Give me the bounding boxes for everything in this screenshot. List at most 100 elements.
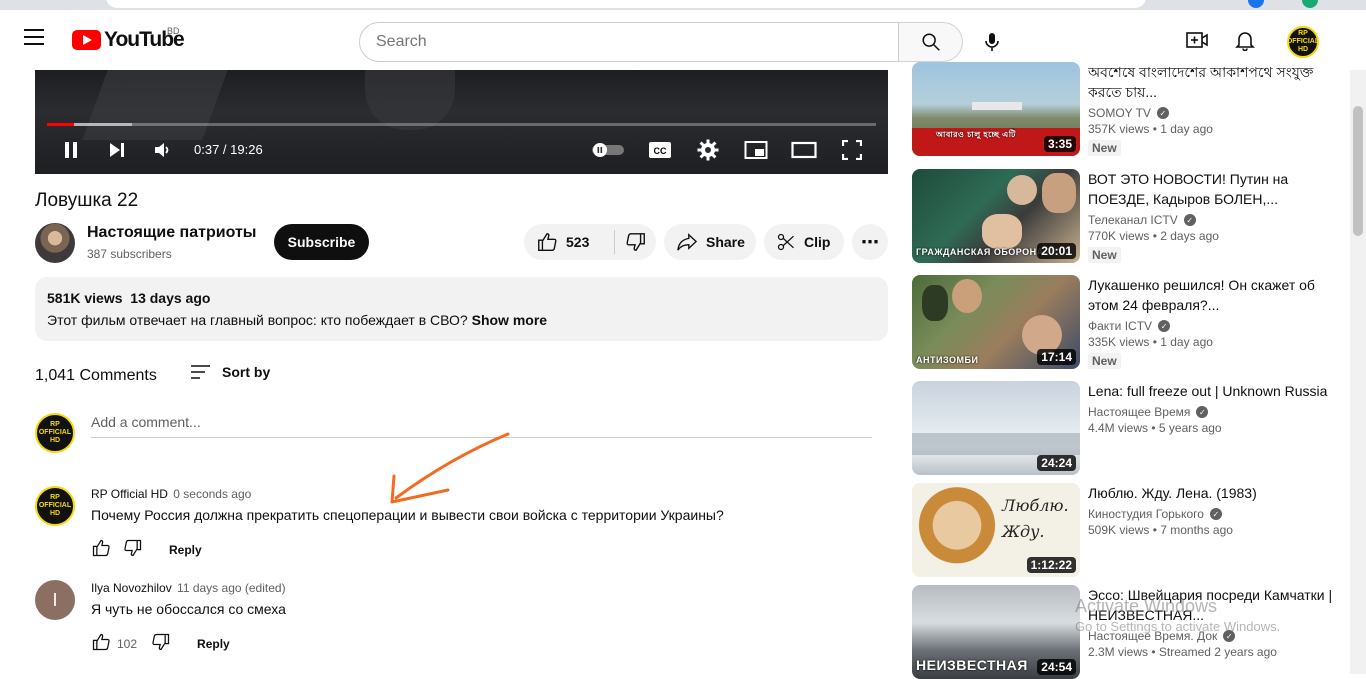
thumbs-down-icon xyxy=(626,233,645,251)
scrollbar-thumb[interactable] xyxy=(1353,106,1363,236)
comment-dislike-button[interactable] xyxy=(123,538,143,561)
comment-author[interactable]: Ilya Novozhilov xyxy=(91,581,172,595)
show-more-button[interactable]: Show more xyxy=(472,312,547,328)
svg-text:CC: CC xyxy=(654,146,667,156)
video-player[interactable]: 0:37 / 19:26 CC xyxy=(35,70,888,174)
autoplay-toggle[interactable] xyxy=(590,138,626,162)
video-title: Ловушка 22 xyxy=(35,190,139,211)
theater-mode-button[interactable] xyxy=(790,138,818,162)
create-button[interactable] xyxy=(1183,26,1211,54)
recommended-meta: 4.4M views • 5 years ago xyxy=(1088,421,1222,435)
next-button[interactable] xyxy=(105,138,129,162)
recommended-video[interactable]: 24:24 Lena: full freeze out | Unknown Ru… xyxy=(912,381,1352,475)
video-thumbnail[interactable]: НЕИЗВЕСТНАЯ 24:54 xyxy=(912,585,1080,679)
volume-button[interactable] xyxy=(151,138,175,162)
miniplayer-button[interactable] xyxy=(743,138,769,162)
annotation-arrow-icon xyxy=(390,432,510,504)
reply-button[interactable]: Reply xyxy=(197,637,230,651)
thumb-face xyxy=(1007,175,1037,205)
comment-time[interactable]: 0 seconds ago xyxy=(173,487,251,501)
channel-name[interactable]: Настоящие патриоты xyxy=(87,224,256,242)
progress-bar[interactable] xyxy=(47,123,876,126)
video-thumbnail[interactable]: 24:24 xyxy=(912,381,1080,475)
recommended-channel[interactable]: Телеканал ICTV xyxy=(1088,213,1178,227)
recommended-video[interactable]: ГРАЖДАНСКАЯ ОБОРОНА 20:01 ВОТ ЭТО НОВОСТ… xyxy=(912,169,1352,263)
video-duration: 24:24 xyxy=(1037,455,1076,471)
voice-search-button[interactable] xyxy=(974,24,1010,60)
search-input[interactable]: Search xyxy=(359,22,899,62)
extension-icon[interactable] xyxy=(1302,0,1318,8)
fullscreen-button[interactable] xyxy=(840,138,864,162)
recommended-meta: 770K views • 2 days ago xyxy=(1088,229,1219,243)
video-thumbnail[interactable]: АНТИЗОМБИ 17:14 xyxy=(912,275,1080,369)
pause-icon xyxy=(65,142,77,158)
video-thumbnail[interactable]: আবারও চালু হচ্ছে এটি 3:35 xyxy=(912,62,1080,156)
thumbs-up-icon xyxy=(92,633,110,651)
description-box[interactable]: 581K views 13 days ago Этот фильм отвеча… xyxy=(35,277,888,341)
video-frame-shape xyxy=(365,70,455,130)
captions-button[interactable]: CC xyxy=(647,138,673,162)
comment-time[interactable]: 11 days ago (edited) xyxy=(177,581,286,595)
recommended-channel[interactable]: Киностудия Горького xyxy=(1088,507,1204,521)
create-video-icon xyxy=(1186,32,1208,48)
share-button[interactable]: Share xyxy=(664,224,756,260)
played-bar xyxy=(47,123,74,126)
address-bar[interactable] xyxy=(106,0,1146,8)
recommended-video[interactable]: আবারও চালু হচ্ছে এটি 3:35 অবশেষে বাংলাদে… xyxy=(912,62,1352,156)
avatar-text-1: RP xyxy=(50,421,60,428)
search-button[interactable] xyxy=(899,22,963,62)
subscribe-button[interactable]: Subscribe xyxy=(274,224,369,260)
subscriber-count: 387 subscribers xyxy=(87,247,172,261)
profile-icon[interactable] xyxy=(1248,0,1264,8)
recommended-meta: 357K views • 1 day ago xyxy=(1088,122,1213,136)
avatar-letter: I xyxy=(52,589,58,610)
recommended-video[interactable]: АНТИЗОМБИ 17:14 Лукашенко решился! Он ск… xyxy=(912,275,1352,369)
new-badge: New xyxy=(1088,353,1121,369)
account-avatar[interactable]: RP OFFICIAL HD xyxy=(1287,26,1319,58)
youtube-logo[interactable]: YouTube BD xyxy=(72,26,185,52)
recommended-meta: 335K views • 1 day ago xyxy=(1088,335,1213,349)
channel-avatar[interactable] xyxy=(35,223,75,263)
theater-icon xyxy=(791,141,817,159)
comment-avatar[interactable]: RP OFFICIAL HD xyxy=(35,486,75,526)
clip-button[interactable]: Clip xyxy=(764,224,844,260)
sort-icon xyxy=(191,365,210,379)
recommended-channel[interactable]: Настоящее Время xyxy=(1088,405,1190,419)
pause-button[interactable] xyxy=(59,138,83,162)
comment-author[interactable]: RP Official HD xyxy=(91,487,168,501)
verified-icon: ✓ xyxy=(1158,320,1171,332)
search-placeholder: Search xyxy=(376,33,427,50)
reply-button[interactable]: Reply xyxy=(169,543,202,557)
microphone-icon xyxy=(985,33,999,51)
comment-like-button[interactable] xyxy=(91,538,111,561)
captions-icon: CC xyxy=(649,142,671,158)
thumbnail-caption: আবারও চালু হচ্ছে এটি xyxy=(936,130,1016,139)
comment-avatar[interactable]: I xyxy=(35,580,75,620)
notifications-button[interactable] xyxy=(1231,26,1259,54)
avatar-text-2: OFFICIAL xyxy=(38,502,72,509)
recommended-channel[interactable]: SOMOY TV xyxy=(1088,106,1151,120)
avatar-text-1: RP xyxy=(1298,30,1308,37)
new-badge: New xyxy=(1088,247,1121,263)
comment-dislike-button[interactable] xyxy=(151,632,171,655)
verified-icon: ✓ xyxy=(1209,508,1222,520)
settings-button[interactable] xyxy=(695,138,721,162)
video-thumbnail[interactable]: Люблю. Жду. 1:12:22 xyxy=(912,483,1080,577)
video-duration: 17:14 xyxy=(1037,349,1076,365)
recommended-meta: 509K views • 7 months ago xyxy=(1088,523,1233,537)
thumbs-up-icon xyxy=(92,539,110,557)
video-thumbnail[interactable]: ГРАЖДАНСКАЯ ОБОРОНА 20:01 xyxy=(912,169,1080,263)
avatar-text-3: HD xyxy=(1297,46,1309,53)
avatar-text-3: HD xyxy=(49,437,61,444)
dislike-button[interactable] xyxy=(615,231,656,253)
menu-icon[interactable] xyxy=(24,29,48,49)
more-actions-button[interactable]: ⋯ xyxy=(852,224,888,260)
comment-like-button[interactable] xyxy=(91,632,111,655)
recommended-channel[interactable]: Факти ICTV xyxy=(1088,319,1152,333)
like-button[interactable]: 523 xyxy=(524,231,614,253)
recommended-video[interactable]: Люблю. Жду. 1:12:22 Люблю. Жду. Лена. (1… xyxy=(912,483,1352,577)
sort-by-button[interactable]: Sort by xyxy=(190,363,270,381)
time-display: 0:37 / 19:26 xyxy=(194,142,263,157)
recommended-meta: 2.3M views • Streamed 2 years ago xyxy=(1088,645,1277,659)
page-scrollbar[interactable] xyxy=(1350,70,1366,674)
